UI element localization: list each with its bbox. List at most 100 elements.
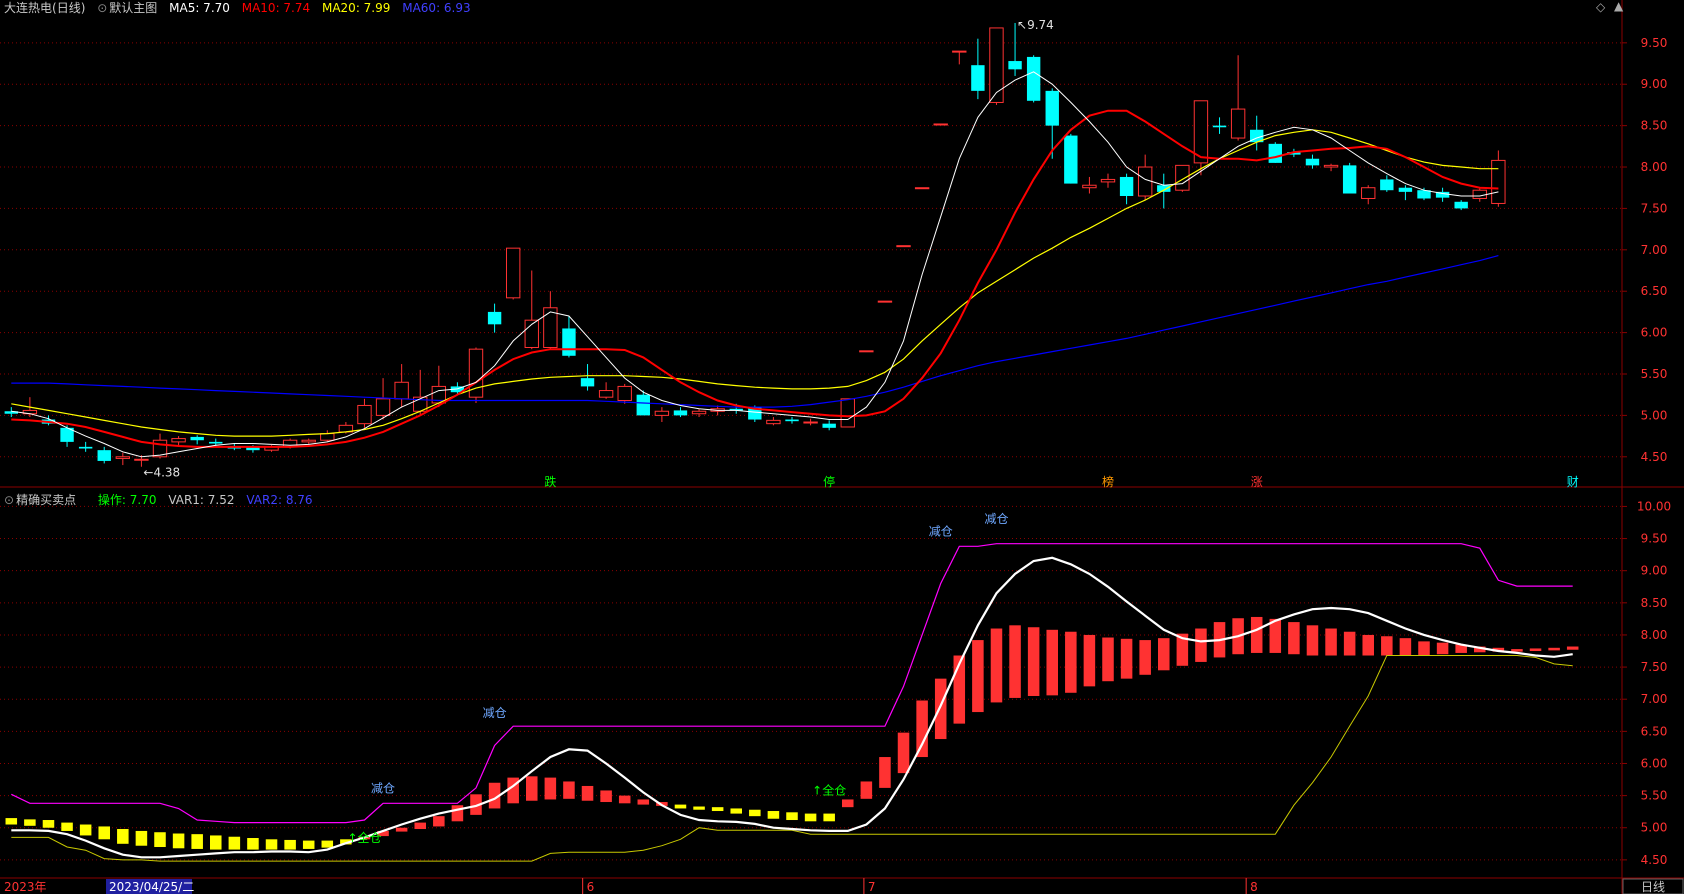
signal-bar: [934, 678, 947, 740]
signal-label: ↑全仓: [347, 830, 381, 845]
candle-body: [97, 450, 111, 461]
signal-bar: [600, 790, 612, 803]
candle-body: [1491, 159, 1506, 204]
candle: [766, 417, 781, 426]
signal-bar: [117, 829, 129, 844]
candle-body: [952, 50, 967, 53]
signal-bar: [544, 777, 557, 800]
var1-label: VAR1: 7.52: [168, 493, 235, 507]
candle-body: [933, 123, 948, 126]
ma60-line: [11, 255, 1499, 408]
candle-body: [1064, 135, 1078, 184]
indicator-tick-label: 7.00: [1641, 692, 1668, 706]
signal-bar: [916, 700, 928, 758]
candle: [1175, 164, 1190, 192]
chart-template-button[interactable]: 默认主图: [109, 1, 157, 15]
ma60-label: MA60: 6.93: [402, 1, 471, 15]
candle-body: [1323, 164, 1339, 168]
candle-body: [171, 438, 186, 443]
candle: [840, 398, 855, 428]
candle: [375, 378, 391, 420]
candle: [654, 407, 670, 423]
candle-body: [785, 419, 799, 422]
candle: [1417, 187, 1431, 201]
kline-chart[interactable]: 4.50 5.00 5.50 6.00 6.50 7.00 7.50 8.00 8.50 9.00…: [0, 0, 1684, 894]
signal-label: 减仓: [984, 512, 1008, 526]
candle: [1137, 154, 1153, 201]
signal-bar: [1195, 628, 1207, 662]
candle: [691, 408, 707, 418]
signal-bar: [804, 813, 817, 822]
signal-bar: [1250, 616, 1263, 653]
signal-bar: [414, 822, 426, 830]
candle: [822, 420, 836, 431]
candle-body: [78, 446, 93, 449]
stock-name: 大连热电: [4, 1, 53, 15]
candle: [1100, 173, 1116, 188]
indicator-tick-label: 8.00: [1641, 628, 1668, 642]
candle-body: [543, 307, 558, 349]
signal-bar: [5, 818, 18, 825]
candle: [524, 270, 539, 350]
candle: [785, 417, 799, 424]
indicator-settings-icon[interactable]: ⊙: [4, 493, 14, 507]
period-button[interactable]: 日线: [1641, 880, 1665, 894]
signal-bar: [451, 805, 464, 822]
min-price-label: ←4.38: [143, 466, 180, 480]
signal-bar: [1436, 642, 1449, 655]
chart-settings-icon[interactable]: ⊙: [97, 1, 107, 15]
signal-bar: [1027, 627, 1040, 696]
signal-bar: [860, 781, 873, 799]
candle: [877, 300, 893, 303]
candle: [1157, 173, 1171, 209]
signal-bar: [1343, 631, 1356, 656]
indicator-tick-label: 6.50: [1641, 724, 1668, 738]
signal-bar: [321, 840, 334, 848]
candle: [914, 187, 930, 190]
indicator-tick-label: 5.50: [1641, 789, 1668, 803]
event-marker: 跌: [544, 474, 556, 489]
candle-body: [598, 390, 614, 398]
signal-bar: [786, 812, 798, 821]
signal-bar: [210, 835, 222, 850]
scroll-up-icon[interactable]: ▲: [1614, 0, 1623, 13]
signal-bar: [972, 640, 984, 713]
signal-bar: [135, 830, 148, 846]
indicator-tick-label: 9.50: [1641, 532, 1668, 546]
candle-body: [1212, 125, 1227, 128]
candle-body: [673, 410, 688, 416]
signal-bar: [563, 781, 575, 799]
indicator-tick-label: 10.00: [1637, 499, 1671, 513]
signal-bar: [1009, 625, 1021, 698]
price-tick-label: 6.50: [1641, 284, 1668, 298]
signal-bar: [693, 806, 705, 810]
indicator-name[interactable]: 精确买卖点: [16, 493, 76, 507]
candle: [1045, 88, 1059, 159]
candle: [1082, 176, 1097, 194]
candle: [859, 350, 874, 353]
price-tick-label: 7.50: [1641, 201, 1668, 215]
indicator-tick-label: 9.00: [1641, 564, 1668, 578]
candle: [543, 291, 558, 350]
price-tick-label: 5.00: [1641, 408, 1668, 422]
candle-body: [989, 27, 1004, 103]
candle: [190, 435, 204, 445]
signal-bar: [61, 822, 73, 831]
signal-label: ↑全仓: [812, 782, 846, 797]
candle: [580, 364, 595, 391]
price-tick-label: 7.00: [1641, 243, 1668, 257]
candle-body: [1342, 165, 1357, 194]
signal-label: 减仓: [371, 781, 395, 795]
lower-band-line: [11, 655, 1573, 862]
signal-bar: [1511, 649, 1523, 652]
signal-bar: [154, 832, 166, 848]
candle: [394, 364, 409, 408]
candle-body: [1175, 164, 1190, 191]
signal-bar: [581, 785, 594, 801]
diamond-icon[interactable]: ◇: [1596, 0, 1605, 14]
candle: [41, 415, 56, 426]
candle-body: [822, 423, 836, 428]
candle-body: [1082, 184, 1097, 189]
candle-body: [617, 385, 632, 401]
indicator-header: ⊙ 精确买卖点 操作: 7.70 VAR1: 7.52 VAR2: 8.76: [4, 492, 321, 508]
